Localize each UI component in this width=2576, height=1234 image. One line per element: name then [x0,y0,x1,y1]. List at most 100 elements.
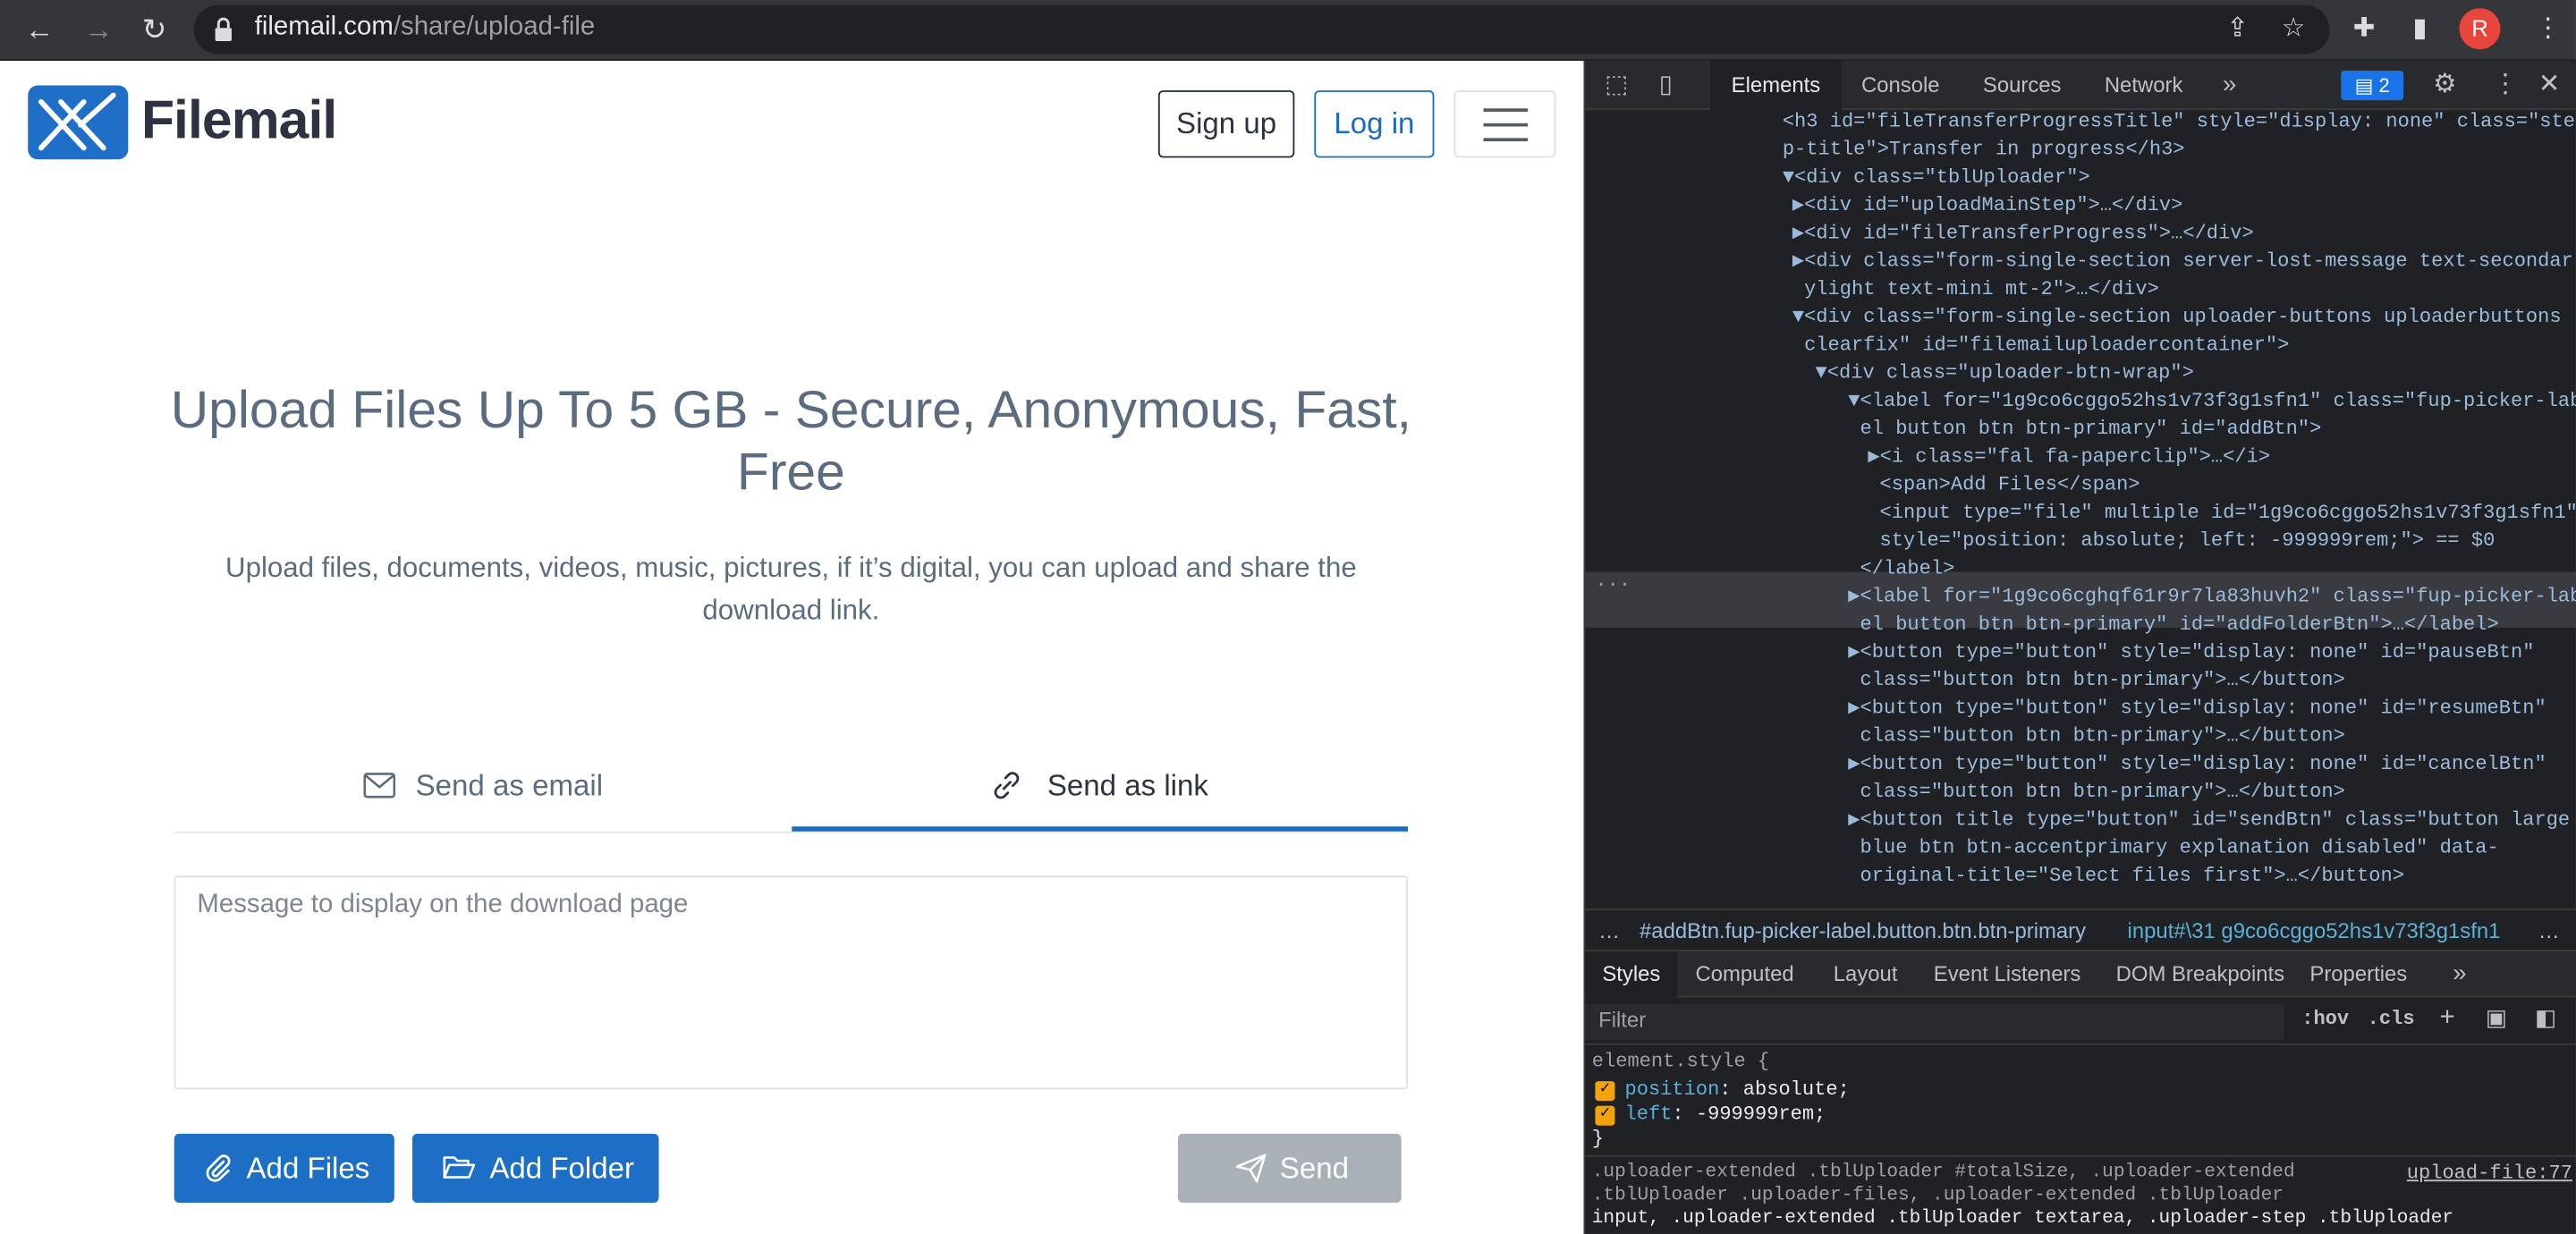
profile-avatar[interactable]: R [2459,8,2501,50]
rule-source-link[interactable]: upload-file:77 [2407,1162,2572,1187]
css-rule-selector-1[interactable]: .uploader-extended .tblUploader #totalSi… [1592,1162,2295,1183]
devtools-menu-icon[interactable]: ⋮ [2492,61,2518,110]
dom-node-line[interactable]: ▶<label for="1g9co6cghqf61r9r7la83huvh2"… [1848,583,2576,611]
bookmark-star-icon[interactable]: ☆ [2275,12,2311,47]
dom-node-line[interactable]: <input type="file" multiple id="1g9co6cg… [1868,500,2576,528]
tabs-divider [174,831,1409,833]
prop-checkbox-left[interactable]: ✓ [1595,1105,1615,1126]
lock-icon[interactable] [210,15,236,45]
rule-divider [1585,1154,2576,1157]
devtools-tab-network[interactable]: Network [2105,61,2183,110]
prop-checkbox-position[interactable]: ✓ [1595,1081,1615,1102]
subtab-dom-breakpoints[interactable]: DOM Breakpoints [2116,951,2284,997]
dom-node-line[interactable]: p-title">Transfer in progress</h3> [1783,137,2185,165]
styles-filter-input[interactable] [1585,1003,2284,1041]
filemail-logo-icon[interactable] [28,85,129,160]
subtab-properties[interactable]: Properties [2309,951,2407,997]
issues-badge[interactable]: ▤ 2 [2341,71,2404,101]
subtab-layout[interactable]: Layout [1834,951,1898,997]
device-toolbar-icon[interactable]: ▯ [1648,61,1683,110]
share-icon[interactable]: ⇪ [2219,12,2255,47]
css-rule-selector-2[interactable]: .tblUploader .uploader-files, .uploader-… [1592,1185,2284,1206]
toggle-sidebar-icon[interactable]: ◧ [2535,1004,2556,1032]
dom-node-line[interactable]: el button btn btn-primary" id="addFolder… [1848,612,2498,639]
devtools-tab-elements[interactable]: Elements [1710,60,1842,111]
dom-node-line[interactable]: class="button btn btn-primary">…</button… [1848,667,2344,695]
dom-node-line[interactable]: ▶<button type="button" style="display: n… [1848,751,2546,779]
new-style-rule-icon[interactable]: + [2439,1004,2454,1034]
dom-node-line[interactable]: blue btn btn-accentprimary explanation d… [1848,834,2498,862]
paint-brush-icon[interactable]: ▣ [2486,1004,2507,1032]
dom-node-line[interactable]: clearfix" id="filemailuploadercontainer"… [1792,332,2289,359]
css-property-position[interactable]: position: absolute; [1624,1078,1849,1103]
logo-text[interactable]: Filemail [141,89,337,151]
css-rule-selector-3[interactable]: input, .uploader-extended .tblUploader t… [1592,1208,2453,1230]
element-style-selector[interactable]: element.style { [1592,1050,1769,1075]
devtools-tab-console[interactable]: Console [1861,61,1940,110]
breadcrumb-more-icon[interactable]: … [1598,910,1620,953]
log-in-button[interactable]: Log in [1314,90,1435,158]
settings-gear-icon[interactable]: ⚙ [2433,61,2456,110]
subtab-event-listeners[interactable]: Event Listeners [1934,951,2081,997]
add-folder-label: Add Folder [489,1152,635,1185]
more-subtabs-icon[interactable]: » [2453,951,2466,997]
breadcrumb-item-addbtn[interactable]: #addBtn.fup-picker-label.button.btn.btn-… [1640,910,2086,953]
dom-node-line[interactable]: ▶<div class="form-single-section server-… [1792,248,2573,275]
cls-toggle[interactable]: .cls [2368,1007,2415,1030]
dom-node-line[interactable]: ▼<div class="tblUploader"> [1783,165,2090,192]
dom-node-line[interactable]: ▶<div id="fileTransferProgress">…</div> [1792,220,2254,248]
url-text[interactable]: filemail.com/share/upload-file [255,13,596,43]
page-title: Upload Files Up To 5 GB - Secure, Anonym… [170,379,1412,502]
dom-node-line[interactable]: class="button btn btn-primary">…</button… [1848,723,2344,751]
sign-up-button[interactable]: Sign up [1157,90,1295,158]
dom-node-line[interactable]: ▶<div id="uploadMainStep">…</div> [1792,192,2183,220]
dom-node-line[interactable]: ▼<label for="1g9co6cggo52hs1v73f3g1sfn1"… [1848,388,2576,416]
side-panel-icon[interactable]: ▮ [2402,12,2437,47]
dom-node-line[interactable]: ▶<button type="button" style="display: n… [1848,639,2534,667]
hov-toggle[interactable]: :hov [2301,1007,2349,1030]
dom-node-line[interactable]: ylight text-mini mt-2">…</div> [1792,276,2159,304]
back-icon[interactable]: ← [20,12,59,47]
send-label: Send [1279,1152,1350,1185]
dom-node-line[interactable]: <h3 id="fileTransferProgressTitle" style… [1783,112,2575,137]
dom-node-line[interactable]: original-title="Select files first">…</b… [1848,863,2403,891]
dom-node-line[interactable]: el button btn btn-primary" id="addBtn"> [1848,416,2321,444]
forward-icon[interactable]: → [79,12,118,47]
dom-node-line[interactable]: style="position: absolute; left: -999999… [1868,528,2496,555]
subtab-computed[interactable]: Computed [1695,951,1793,997]
inspect-element-icon[interactable]: ⬚ [1598,61,1634,110]
close-icon[interactable]: ✕ [2538,61,2561,110]
styles-pane: element.style { ✓ position: absolute; ✓ … [1585,1046,2576,1233]
dom-node-line[interactable]: <span>Add Files</span> [1868,471,2140,499]
css-property-left[interactable]: left: -999999rem; [1624,1103,1826,1128]
message-placeholder: Message to display on the download page [197,890,689,919]
issues-count: 2 [2378,73,2390,97]
subtab-styles[interactable]: Styles [1585,951,1678,998]
page-subtitle: Upload files, documents, videos, music, … [225,552,1357,627]
dom-node-line[interactable]: ▶<button type="button" style="display: n… [1848,695,2546,723]
add-folder-button[interactable]: Add Folder [412,1133,659,1204]
hamburger-menu-button[interactable] [1453,90,1556,158]
browser-menu-icon[interactable]: ⋮ [2530,12,2566,47]
dom-node-line[interactable]: </label> [1848,555,1954,583]
issues-icon: ▤ [2354,73,2374,97]
breadcrumb-overflow-icon[interactable]: … [2538,910,2560,953]
more-tabs-icon[interactable]: » [2223,61,2236,110]
node-ellipsis-icon[interactable]: ··· [1595,571,1631,599]
tab-send-as-email[interactable]: Send as email [174,753,792,832]
dom-breadcrumb: … #addBtn.fup-picker-label.button.btn.bt… [1585,909,2576,951]
breadcrumb-item-input[interactable]: input#\31 g9co6cggo52hs1v73f3g1sfn1 [2128,910,2501,953]
reload-icon[interactable]: ↻ [135,12,174,47]
dom-node-line[interactable]: ▶<i class="fal fa-paperclip">…</i> [1868,444,2270,471]
send-button[interactable]: Send [1177,1133,1402,1204]
add-files-button[interactable]: Add Files [174,1133,394,1204]
dom-node-line[interactable]: ▼<div class="uploader-btn-wrap"> [1816,359,2194,387]
tab-send-as-email-label: Send as email [415,768,604,802]
devtools-tab-sources[interactable]: Sources [1983,61,2062,110]
tab-send-as-link[interactable]: Send as link [792,753,1409,832]
dom-tree[interactable]: ··· <h3 id="fileTransferProgressTitle" s… [1585,112,2576,897]
dom-node-line[interactable]: ▼<div class="form-single-section uploade… [1792,304,2562,332]
dom-node-line[interactable]: class="button btn btn-primary">…</button… [1848,779,2344,807]
dom-node-line[interactable]: ▶<button title type="button" id="sendBtn… [1848,807,2570,834]
extensions-icon[interactable]: ✚ [2346,12,2382,47]
